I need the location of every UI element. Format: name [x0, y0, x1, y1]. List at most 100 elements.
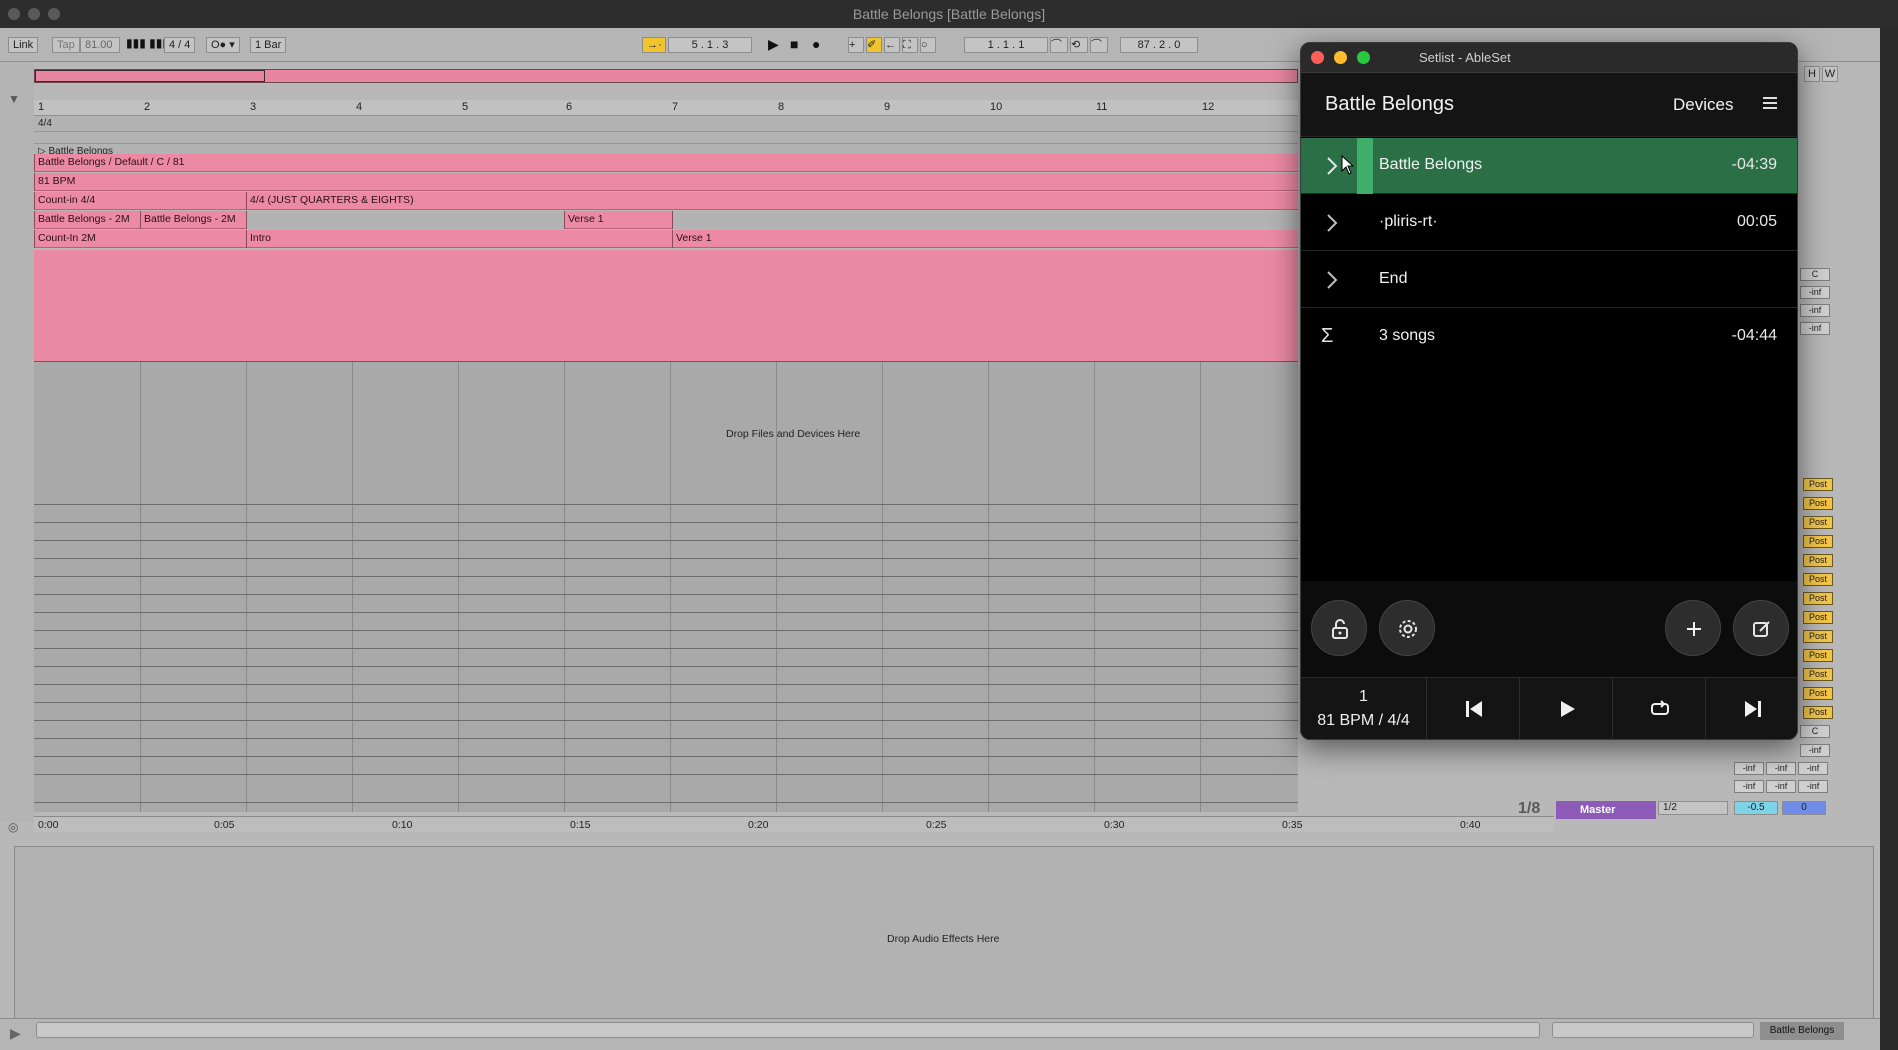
- bar-number: 7: [672, 101, 679, 113]
- pink-clip-area[interactable]: [34, 250, 1298, 362]
- chevron-right-icon[interactable]: [1325, 213, 1339, 233]
- post-button[interactable]: Post: [1803, 554, 1833, 567]
- post-button[interactable]: Post: [1803, 706, 1833, 719]
- arrangement-overview[interactable]: [34, 69, 1298, 83]
- edit-button[interactable]: [1733, 600, 1789, 656]
- inf-readout: -inf: [1734, 780, 1764, 793]
- zoom-window-button[interactable]: [1357, 51, 1370, 64]
- metronome-toggle[interactable]: O● ▾: [206, 37, 240, 53]
- bar-ruler[interactable]: 1 2 3 4 5 6 7 8 9 10 11 12: [34, 100, 1298, 116]
- tempo-field[interactable]: 81.00: [80, 37, 120, 53]
- tap-button[interactable]: Tap: [52, 37, 80, 53]
- quantize-select[interactable]: 1 Bar: [250, 37, 287, 53]
- post-button[interactable]: Post: [1803, 478, 1833, 491]
- overview-selection[interactable]: [35, 70, 265, 82]
- song-name: Battle Belongs: [1379, 156, 1483, 173]
- loop-toggle-icon[interactable]: ⟲: [1070, 37, 1088, 53]
- clip-lane[interactable]: Battle Belongs / Default / C / 81: [34, 154, 1298, 172]
- time-signature-field[interactable]: 4 / 4: [164, 37, 196, 53]
- c-pan-label[interactable]: C: [1800, 268, 1830, 281]
- automation-arm-icon[interactable]: ✐: [866, 37, 882, 53]
- status-field[interactable]: [1552, 1022, 1754, 1038]
- clip[interactable]: Battle Belongs - 2M: [140, 211, 246, 229]
- play-small-icon[interactable]: ▶: [10, 1025, 21, 1042]
- clip[interactable]: Verse 1: [672, 230, 1298, 248]
- clip[interactable]: Battle Belongs - 2M: [34, 211, 140, 229]
- device-view[interactable]: Drop Audio Effects Here: [14, 846, 1874, 1036]
- post-button[interactable]: Post: [1803, 649, 1833, 662]
- w-button[interactable]: W: [1822, 66, 1838, 82]
- master-track-header[interactable]: Master: [1556, 801, 1656, 819]
- empty-region[interactable]: [672, 211, 1298, 229]
- post-button[interactable]: Post: [1803, 630, 1833, 643]
- loop-start-field[interactable]: 1 . 1 . 1: [964, 37, 1048, 53]
- clip-lane[interactable]: Battle Belongs - 2M Battle Belongs - 2M …: [34, 211, 1298, 229]
- tempo-strip[interactable]: [34, 132, 1298, 144]
- close-window-button[interactable]: [1311, 51, 1324, 64]
- clip[interactable]: 81 BPM: [34, 173, 1298, 191]
- song-row[interactable]: Battle Belongs -04:39: [1301, 138, 1797, 194]
- post-button[interactable]: Post: [1803, 573, 1833, 586]
- io-select[interactable]: 1/2: [1658, 801, 1728, 815]
- clip-lane[interactable]: 81 BPM: [34, 173, 1298, 191]
- empty-region[interactable]: [246, 211, 564, 229]
- post-button[interactable]: Post: [1803, 592, 1833, 605]
- stop-icon[interactable]: ■: [790, 36, 798, 52]
- play-icon[interactable]: ▶: [768, 36, 779, 53]
- loop-button[interactable]: [1613, 678, 1706, 739]
- chevron-right-icon[interactable]: [1325, 156, 1339, 176]
- add-song-button[interactable]: [1665, 600, 1721, 656]
- zoom-icon[interactable]: ◎: [8, 820, 18, 834]
- minimize-window-button[interactable]: [1334, 51, 1347, 64]
- lock-button[interactable]: [1311, 600, 1367, 656]
- post-button[interactable]: Post: [1803, 535, 1833, 548]
- punch-out-icon[interactable]: ⌒: [1090, 37, 1108, 53]
- post-button[interactable]: Post: [1803, 497, 1833, 510]
- song-row[interactable]: End: [1301, 252, 1797, 308]
- status-field[interactable]: [36, 1022, 1540, 1038]
- post-button[interactable]: Post: [1803, 687, 1833, 700]
- back-to-arrangement-icon[interactable]: ←: [884, 37, 900, 53]
- bar-number: 4: [356, 101, 363, 113]
- previous-button[interactable]: [1427, 678, 1520, 739]
- clip[interactable]: 4/4 (JUST QUARTERS & EIGHTS): [246, 192, 1298, 210]
- song-duration: 00:05: [1736, 213, 1777, 230]
- arrangement-position[interactable]: 5 . 1 . 3: [668, 37, 752, 53]
- loop-length-field[interactable]: 87 . 2 . 0: [1120, 37, 1198, 53]
- c-pan-label[interactable]: C: [1800, 725, 1830, 738]
- follow-icon[interactable]: →·: [642, 37, 666, 53]
- signature-strip[interactable]: 4/4: [34, 116, 1298, 132]
- clip[interactable]: Verse 1: [564, 211, 672, 229]
- bar-number: 10: [990, 101, 1003, 113]
- clip[interactable]: Count-In 2M: [34, 230, 246, 248]
- post-button[interactable]: Post: [1803, 611, 1833, 624]
- h-button[interactable]: H: [1804, 66, 1820, 82]
- post-button[interactable]: Post: [1803, 668, 1833, 681]
- clip[interactable]: Intro: [246, 230, 672, 248]
- clip-lane[interactable]: Count-in 4/4 4/4 (JUST QUARTERS & EIGHTS…: [34, 192, 1298, 210]
- post-button[interactable]: Post: [1803, 516, 1833, 529]
- overdub-icon[interactable]: +: [848, 37, 864, 53]
- settings-button[interactable]: [1379, 600, 1435, 656]
- song-row[interactable]: ·pliris-rt· 00:05: [1301, 195, 1797, 251]
- devices-button[interactable]: Devices: [1673, 95, 1733, 115]
- play-button[interactable]: [1520, 678, 1613, 739]
- filter-icon[interactable]: ▼: [8, 92, 20, 106]
- clip-lane[interactable]: Count-In 2M Intro Verse 1: [34, 230, 1298, 248]
- next-button[interactable]: [1706, 678, 1797, 739]
- link-button[interactable]: Link: [8, 37, 39, 53]
- clip[interactable]: Battle Belongs / Default / C / 81: [34, 154, 1298, 172]
- menu-icon[interactable]: [1763, 97, 1779, 111]
- punch-in-icon[interactable]: ⌒: [1050, 37, 1068, 53]
- time-ruler[interactable]: 0:00 0:05 0:10 0:15 0:20 0:25 0:30 0:35 …: [34, 816, 1554, 832]
- chevron-right-icon[interactable]: [1325, 270, 1339, 290]
- master-pan[interactable]: 0: [1782, 801, 1826, 815]
- clip[interactable]: Count-in 4/4: [34, 192, 246, 210]
- capture-icon[interactable]: ⛶: [902, 37, 918, 53]
- arrangement-area[interactable]: Drop Files and Devices Here: [34, 362, 1298, 812]
- bar-number: 5: [462, 101, 469, 113]
- record-icon[interactable]: ●: [812, 36, 820, 52]
- nudge-icon[interactable]: ▮▮▮ ▮▮▮: [126, 36, 169, 50]
- master-volume[interactable]: -0.5: [1734, 801, 1778, 815]
- session-record-icon[interactable]: ○: [920, 37, 936, 53]
